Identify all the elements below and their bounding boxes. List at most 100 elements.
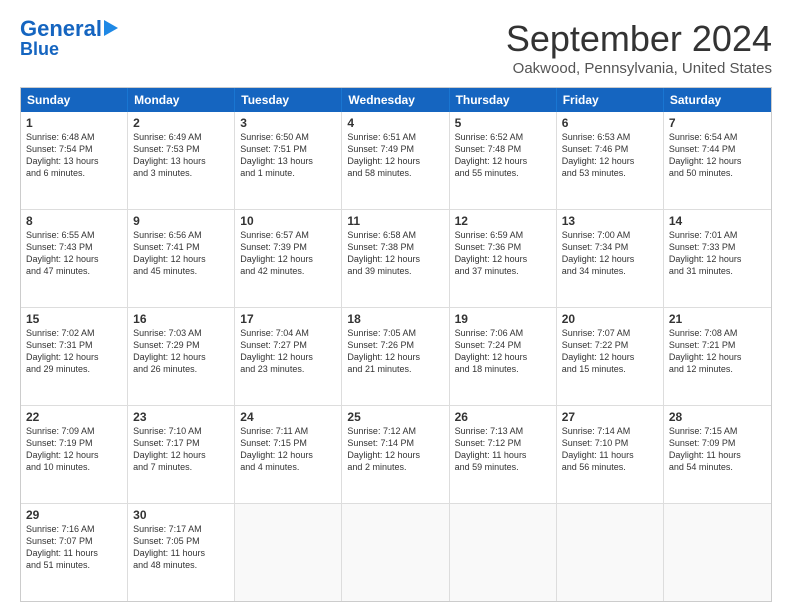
month-title: September 2024 [506, 18, 772, 60]
day-info: Sunrise: 7:09 AM Sunset: 7:19 PM Dayligh… [26, 425, 122, 474]
day-number: 24 [240, 410, 336, 424]
day-info: Sunrise: 6:54 AM Sunset: 7:44 PM Dayligh… [669, 131, 766, 180]
cal-cell: 21Sunrise: 7:08 AM Sunset: 7:21 PM Dayli… [664, 308, 771, 405]
cal-cell: 5Sunrise: 6:52 AM Sunset: 7:48 PM Daylig… [450, 112, 557, 209]
cal-cell: 16Sunrise: 7:03 AM Sunset: 7:29 PM Dayli… [128, 308, 235, 405]
day-info: Sunrise: 7:02 AM Sunset: 7:31 PM Dayligh… [26, 327, 122, 376]
day-number: 25 [347, 410, 443, 424]
cal-cell: 12Sunrise: 6:59 AM Sunset: 7:36 PM Dayli… [450, 210, 557, 307]
day-number: 17 [240, 312, 336, 326]
day-info: Sunrise: 6:58 AM Sunset: 7:38 PM Dayligh… [347, 229, 443, 278]
day-number: 13 [562, 214, 658, 228]
cal-row-5: 29Sunrise: 7:16 AM Sunset: 7:07 PM Dayli… [21, 503, 771, 601]
day-number: 7 [669, 116, 766, 130]
cal-cell: 23Sunrise: 7:10 AM Sunset: 7:17 PM Dayli… [128, 406, 235, 503]
day-info: Sunrise: 6:59 AM Sunset: 7:36 PM Dayligh… [455, 229, 551, 278]
day-info: Sunrise: 6:53 AM Sunset: 7:46 PM Dayligh… [562, 131, 658, 180]
day-info: Sunrise: 7:13 AM Sunset: 7:12 PM Dayligh… [455, 425, 551, 474]
cal-cell: 6Sunrise: 6:53 AM Sunset: 7:46 PM Daylig… [557, 112, 664, 209]
day-number: 2 [133, 116, 229, 130]
cal-cell: 4Sunrise: 6:51 AM Sunset: 7:49 PM Daylig… [342, 112, 449, 209]
day-info: Sunrise: 7:15 AM Sunset: 7:09 PM Dayligh… [669, 425, 766, 474]
cal-cell: 1Sunrise: 6:48 AM Sunset: 7:54 PM Daylig… [21, 112, 128, 209]
cal-cell: 20Sunrise: 7:07 AM Sunset: 7:22 PM Dayli… [557, 308, 664, 405]
logo: General Blue [20, 18, 118, 58]
day-info: Sunrise: 7:17 AM Sunset: 7:05 PM Dayligh… [133, 523, 229, 572]
cal-cell [342, 504, 449, 601]
day-number: 20 [562, 312, 658, 326]
day-info: Sunrise: 7:03 AM Sunset: 7:29 PM Dayligh… [133, 327, 229, 376]
location-subtitle: Oakwood, Pennsylvania, United States [506, 60, 772, 77]
cal-cell: 14Sunrise: 7:01 AM Sunset: 7:33 PM Dayli… [664, 210, 771, 307]
day-number: 6 [562, 116, 658, 130]
header-day-wednesday: Wednesday [342, 88, 449, 112]
cal-cell: 11Sunrise: 6:58 AM Sunset: 7:38 PM Dayli… [342, 210, 449, 307]
day-number: 27 [562, 410, 658, 424]
cal-cell: 15Sunrise: 7:02 AM Sunset: 7:31 PM Dayli… [21, 308, 128, 405]
cal-cell: 27Sunrise: 7:14 AM Sunset: 7:10 PM Dayli… [557, 406, 664, 503]
cal-cell [664, 504, 771, 601]
calendar: SundayMondayTuesdayWednesdayThursdayFrid… [20, 87, 772, 602]
day-number: 14 [669, 214, 766, 228]
day-number: 26 [455, 410, 551, 424]
day-number: 30 [133, 508, 229, 522]
day-number: 1 [26, 116, 122, 130]
day-number: 4 [347, 116, 443, 130]
cal-cell: 2Sunrise: 6:49 AM Sunset: 7:53 PM Daylig… [128, 112, 235, 209]
header-day-thursday: Thursday [450, 88, 557, 112]
header-day-tuesday: Tuesday [235, 88, 342, 112]
day-info: Sunrise: 7:10 AM Sunset: 7:17 PM Dayligh… [133, 425, 229, 474]
day-number: 15 [26, 312, 122, 326]
cal-cell: 24Sunrise: 7:11 AM Sunset: 7:15 PM Dayli… [235, 406, 342, 503]
day-number: 8 [26, 214, 122, 228]
day-number: 22 [26, 410, 122, 424]
cal-row-1: 1Sunrise: 6:48 AM Sunset: 7:54 PM Daylig… [21, 112, 771, 209]
day-info: Sunrise: 7:00 AM Sunset: 7:34 PM Dayligh… [562, 229, 658, 278]
day-info: Sunrise: 6:49 AM Sunset: 7:53 PM Dayligh… [133, 131, 229, 180]
header: General Blue September 2024 Oakwood, Pen… [20, 18, 772, 77]
day-info: Sunrise: 7:08 AM Sunset: 7:21 PM Dayligh… [669, 327, 766, 376]
day-info: Sunrise: 6:50 AM Sunset: 7:51 PM Dayligh… [240, 131, 336, 180]
day-info: Sunrise: 7:05 AM Sunset: 7:26 PM Dayligh… [347, 327, 443, 376]
cal-row-2: 8Sunrise: 6:55 AM Sunset: 7:43 PM Daylig… [21, 209, 771, 307]
day-info: Sunrise: 6:56 AM Sunset: 7:41 PM Dayligh… [133, 229, 229, 278]
header-day-saturday: Saturday [664, 88, 771, 112]
cal-cell: 7Sunrise: 6:54 AM Sunset: 7:44 PM Daylig… [664, 112, 771, 209]
day-number: 23 [133, 410, 229, 424]
page: General Blue September 2024 Oakwood, Pen… [0, 0, 792, 612]
header-day-friday: Friday [557, 88, 664, 112]
day-number: 19 [455, 312, 551, 326]
cal-cell: 28Sunrise: 7:15 AM Sunset: 7:09 PM Dayli… [664, 406, 771, 503]
day-number: 10 [240, 214, 336, 228]
cal-cell: 8Sunrise: 6:55 AM Sunset: 7:43 PM Daylig… [21, 210, 128, 307]
calendar-body: 1Sunrise: 6:48 AM Sunset: 7:54 PM Daylig… [21, 112, 771, 601]
logo-subtext: Blue [20, 40, 59, 58]
day-number: 12 [455, 214, 551, 228]
logo-arrow-icon [104, 20, 118, 36]
day-number: 5 [455, 116, 551, 130]
day-info: Sunrise: 6:52 AM Sunset: 7:48 PM Dayligh… [455, 131, 551, 180]
cal-cell: 17Sunrise: 7:04 AM Sunset: 7:27 PM Dayli… [235, 308, 342, 405]
cal-cell: 26Sunrise: 7:13 AM Sunset: 7:12 PM Dayli… [450, 406, 557, 503]
cal-cell: 3Sunrise: 6:50 AM Sunset: 7:51 PM Daylig… [235, 112, 342, 209]
cal-cell: 10Sunrise: 6:57 AM Sunset: 7:39 PM Dayli… [235, 210, 342, 307]
cal-row-4: 22Sunrise: 7:09 AM Sunset: 7:19 PM Dayli… [21, 405, 771, 503]
day-number: 21 [669, 312, 766, 326]
day-number: 3 [240, 116, 336, 130]
cal-cell: 19Sunrise: 7:06 AM Sunset: 7:24 PM Dayli… [450, 308, 557, 405]
cal-cell [557, 504, 664, 601]
logo-text: General [20, 18, 102, 40]
cal-cell: 30Sunrise: 7:17 AM Sunset: 7:05 PM Dayli… [128, 504, 235, 601]
day-number: 29 [26, 508, 122, 522]
day-number: 11 [347, 214, 443, 228]
cal-cell: 29Sunrise: 7:16 AM Sunset: 7:07 PM Dayli… [21, 504, 128, 601]
day-info: Sunrise: 7:16 AM Sunset: 7:07 PM Dayligh… [26, 523, 122, 572]
cal-cell [235, 504, 342, 601]
day-number: 16 [133, 312, 229, 326]
day-info: Sunrise: 7:04 AM Sunset: 7:27 PM Dayligh… [240, 327, 336, 376]
day-info: Sunrise: 7:01 AM Sunset: 7:33 PM Dayligh… [669, 229, 766, 278]
day-number: 28 [669, 410, 766, 424]
cal-row-3: 15Sunrise: 7:02 AM Sunset: 7:31 PM Dayli… [21, 307, 771, 405]
calendar-header: SundayMondayTuesdayWednesdayThursdayFrid… [21, 88, 771, 112]
day-info: Sunrise: 7:07 AM Sunset: 7:22 PM Dayligh… [562, 327, 658, 376]
